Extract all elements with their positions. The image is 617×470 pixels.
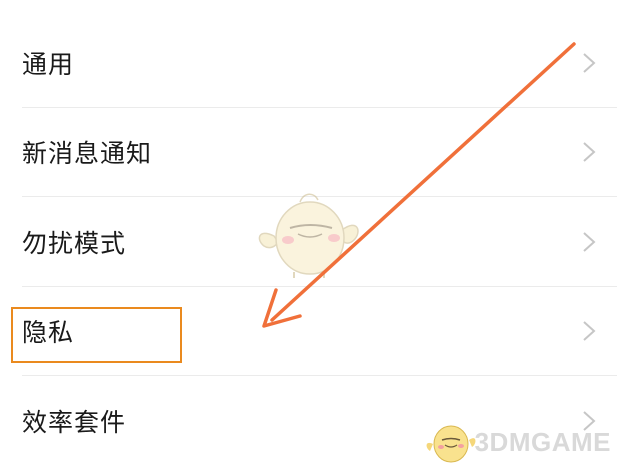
- chevron-right-icon: [583, 232, 596, 252]
- watermark-mascot-icon: [426, 425, 476, 463]
- watermark-text: 3DMGAME: [474, 426, 611, 457]
- settings-item-label: 效率套件: [22, 407, 127, 437]
- watermark: 3DMGAME: [425, 416, 611, 468]
- highlight-box: [11, 307, 182, 363]
- settings-item-label: 通用: [22, 49, 75, 79]
- settings-item-label: 勿扰模式: [22, 228, 127, 258]
- mascot-icon: [258, 193, 359, 278]
- chevron-right-icon: [583, 321, 596, 341]
- settings-item-general[interactable]: 通用: [0, 18, 617, 108]
- chevron-right-icon: [583, 53, 596, 73]
- chevron-right-icon: [583, 142, 596, 162]
- settings-item-label: 新消息通知: [22, 139, 153, 169]
- settings-item-new-message-notification[interactable]: 新消息通知: [0, 108, 617, 197]
- settings-screen: 通用 新消息通知 勿扰模式 隐私 效率套件 3DMGAME: [0, 0, 617, 470]
